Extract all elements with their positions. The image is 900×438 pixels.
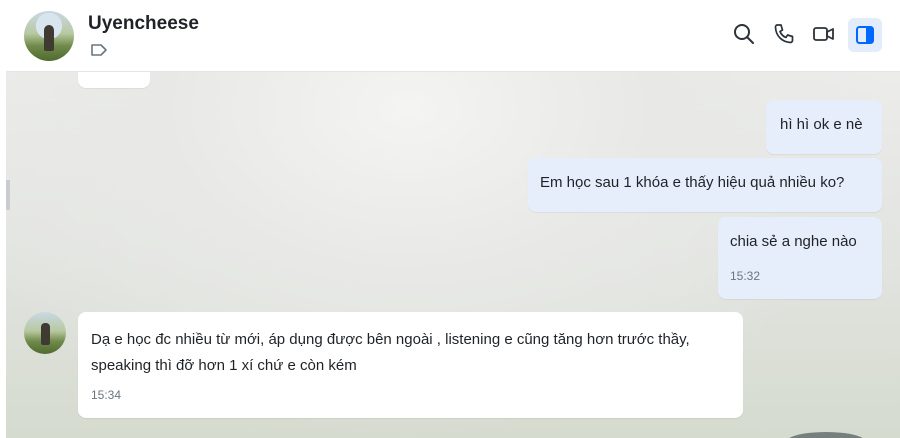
message-area[interactable]: hì hì ok e nè Em học sau 1 khóa e thấy h… (6, 72, 900, 438)
sidebar-toggle-button[interactable] (848, 18, 882, 52)
message-text: Dạ e học đc nhiều từ mới, áp dụng được b… (91, 331, 690, 374)
message-text: chia sẻ a nghe nào (730, 233, 857, 250)
message-bubble-outgoing[interactable]: Em học sau 1 khóa e thấy hiệu quả nhiều … (528, 158, 882, 212)
chat-header: Uyencheese (6, 0, 900, 72)
tag-icon[interactable] (90, 43, 108, 57)
scroll-edge-marker (6, 180, 10, 210)
previous-message-bubble[interactable] (78, 72, 150, 88)
message-text: Em học sau 1 khóa e thấy hiệu quả nhiều … (540, 174, 845, 191)
search-icon[interactable] (732, 22, 756, 46)
phone-icon[interactable] (772, 22, 796, 46)
sender-avatar[interactable] (24, 312, 66, 354)
message-bubble-incoming[interactable]: Dạ e học đc nhiều từ mới, áp dụng được b… (78, 312, 743, 418)
message-time: 15:32 (730, 269, 761, 283)
floating-button-edge[interactable] (786, 432, 866, 438)
contact-name[interactable]: Uyencheese (88, 13, 199, 35)
message-time: 15:34 (91, 388, 122, 402)
message-text: hì hì ok e nè (780, 116, 863, 133)
video-icon[interactable] (812, 22, 836, 46)
contact-avatar[interactable] (24, 11, 74, 61)
message-bubble-outgoing[interactable]: hì hì ok e nè (766, 100, 882, 154)
sidebar-toggle-icon (856, 26, 874, 44)
message-bubble-outgoing[interactable]: chia sẻ a nghe nào 15:32 (718, 217, 882, 299)
